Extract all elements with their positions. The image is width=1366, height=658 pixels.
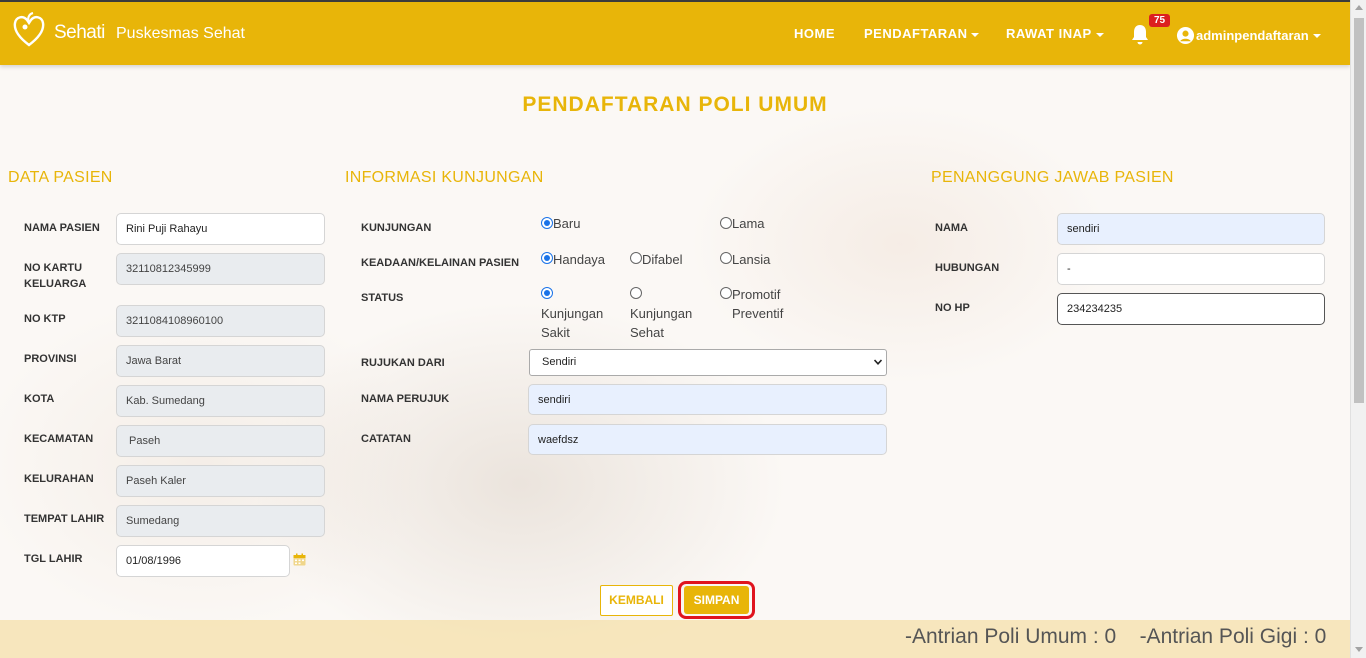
user-name: adminpendaftaran: [1196, 28, 1309, 43]
radio-label-difabel: Difabel: [642, 252, 683, 267]
nav-pendaftaran-label: PENDAFTARAN: [864, 26, 968, 41]
label-kota: KOTA: [24, 393, 55, 405]
user-circle-icon: [1176, 26, 1195, 45]
tgl-lahir-input[interactable]: [116, 545, 290, 577]
label-no-ktp: NO KTP: [24, 313, 66, 325]
scroll-up-arrow-icon[interactable]: [1355, 5, 1363, 10]
queue-ticker-text: -Antrian Poli Umum : 0 -Antrian Poli Gig…: [905, 625, 1327, 648]
radio-label-baru: Baru: [553, 216, 581, 231]
no-ktp-input[interactable]: [116, 305, 325, 337]
radio-lama[interactable]: [720, 217, 732, 229]
section-title-data-pasien: DATA PASIEN: [8, 169, 113, 186]
label-no-hp: NO HP: [935, 302, 970, 314]
heart-logo-icon: [13, 12, 45, 47]
nav-pendaftaran[interactable]: PENDAFTARAN: [864, 26, 980, 41]
label-hubungan: HUBUNGAN: [935, 262, 1000, 274]
simpan-button[interactable]: SIMPAN: [684, 586, 749, 614]
label-tgl-lahir: TGL LAHIR: [24, 553, 83, 565]
chevron-down-icon: [874, 359, 882, 365]
label-nama-pasien: NAMA PASIEN: [24, 222, 100, 234]
radio-label-promotif-preventif: Promotif Preventif: [732, 287, 784, 321]
label-rujukan: RUJUKAN DARI: [361, 357, 445, 369]
radio-baru[interactable]: [541, 217, 553, 229]
page-title: PENDAFTARAN POLI UMUM: [522, 93, 828, 116]
logo-text[interactable]: Sehati: [54, 22, 105, 44]
kecamatan-input[interactable]: [116, 425, 325, 457]
nav-rawat-inap-label: RAWAT INAP: [1006, 26, 1092, 41]
section-title-penanggung-jawab: PENANGGUNG JAWAB PASIEN: [931, 169, 1174, 186]
notification-badge: 75: [1149, 14, 1171, 27]
caret-down-icon: [1312, 33, 1321, 38]
catatan-input[interactable]: [528, 424, 887, 455]
label-kelurahan: KELURAHAN: [24, 473, 94, 485]
no-hp-input[interactable]: [1057, 293, 1325, 325]
radio-label-kunjungan-sakit: Kunjungan Sakit: [541, 306, 604, 340]
kota-input[interactable]: [116, 385, 325, 417]
radio-label-lansia: Lansia: [732, 252, 771, 267]
page-scrollbar[interactable]: [1350, 0, 1366, 658]
radio-kunjungan-sakit[interactable]: [541, 287, 553, 299]
calendar-icon[interactable]: [293, 553, 306, 566]
kelurahan-input[interactable]: [116, 465, 325, 497]
label-kecamatan: KECAMATAN: [24, 433, 94, 445]
scroll-down-arrow-icon[interactable]: [1355, 647, 1363, 652]
nav-home-label: HOME: [794, 26, 835, 41]
radio-label-kunjungan-sehat: Kunjungan Sehat: [630, 306, 693, 340]
tempat-lahir-input[interactable]: [116, 505, 325, 537]
hubungan-input[interactable]: [1057, 253, 1325, 285]
nav-home[interactable]: HOME: [794, 26, 835, 41]
pj-nama-input[interactable]: [1057, 213, 1325, 245]
bell-icon[interactable]: [1130, 24, 1150, 46]
nama-pasien-input[interactable]: [116, 213, 325, 245]
kembali-button[interactable]: KEMBALI: [600, 585, 673, 616]
queue-ticker: -Antrian Poli Umum : 0 -Antrian Poli Gig…: [0, 620, 1350, 658]
rujukan-select[interactable]: Sendiri: [529, 349, 887, 376]
caret-down-icon: [971, 32, 980, 37]
label-status: STATUS: [361, 292, 404, 304]
no-kk-input[interactable]: [116, 253, 325, 285]
label-pj-nama: NAMA: [935, 222, 968, 234]
label-kunjungan: KUNJUNGAN: [361, 222, 432, 234]
label-catatan: CATATAN: [361, 433, 411, 445]
radio-label-handaya: Handaya: [553, 252, 606, 267]
radio-label-lama: Lama: [732, 216, 765, 231]
nav-rawat-inap[interactable]: RAWAT INAP: [1006, 26, 1104, 41]
rujukan-selected-value: Sendiri: [542, 356, 577, 368]
label-no-kk: NO KARTU KELUARGA: [24, 262, 87, 290]
nama-perujuk-input[interactable]: [528, 384, 887, 415]
radio-difabel[interactable]: [630, 252, 642, 264]
caret-down-icon: [1095, 32, 1104, 37]
provinsi-input[interactable]: [116, 345, 325, 377]
radio-kunjungan-sehat[interactable]: [630, 287, 642, 299]
label-provinsi: PROVINSI: [24, 353, 77, 365]
label-keadaan: KEADAAN/KELAINAN PASIEN: [361, 257, 520, 269]
label-nama-perujuk: NAMA PERUJUK: [361, 393, 450, 405]
radio-promotif-preventif[interactable]: [720, 287, 732, 299]
user-menu[interactable]: adminpendaftaran: [1176, 26, 1321, 45]
radio-lansia[interactable]: [720, 252, 732, 264]
radio-handaya[interactable]: [541, 252, 553, 264]
label-tempat-lahir: TEMPAT LAHIR: [24, 513, 105, 525]
section-title-informasi-kunjungan: INFORMASI KUNJUNGAN: [345, 169, 544, 186]
navbar: Sehati Puskesmas Sehat HOME PENDAFTARAN …: [0, 0, 1350, 65]
scroll-thumb[interactable]: [1354, 18, 1364, 403]
brand-name[interactable]: Puskesmas Sehat: [116, 25, 245, 43]
